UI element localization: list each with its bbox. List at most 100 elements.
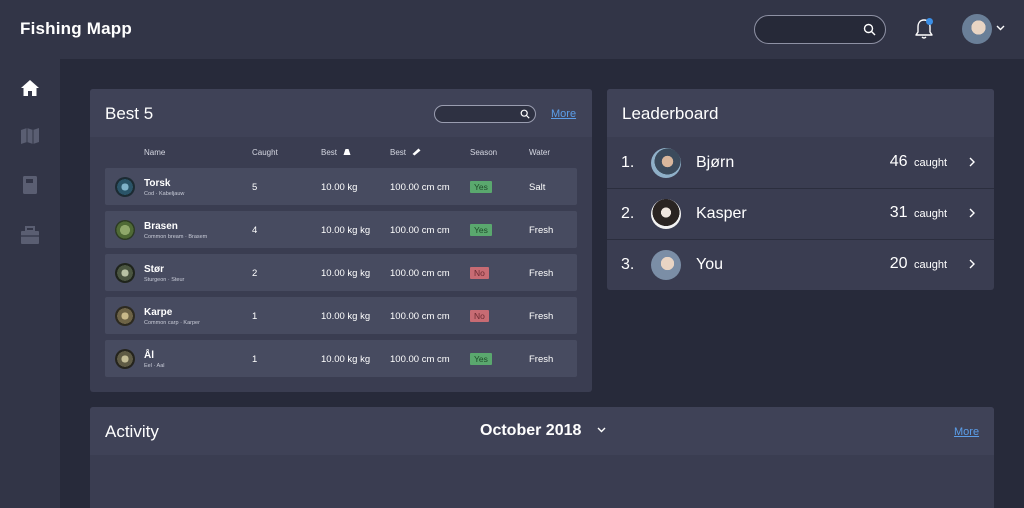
col-name[interactable]: Name	[144, 148, 165, 157]
count-value: 20	[889, 255, 908, 272]
leaderboard-card: Leaderboard 1. Bjørn 46 caught 2. Kasper…	[607, 89, 994, 290]
count-unit: caught	[913, 259, 947, 271]
table-row[interactable]: Ål Eel · Aal 1 10.00 kg kg 100.00 cm cm …	[105, 340, 577, 377]
avatar	[651, 148, 681, 178]
map-icon[interactable]	[20, 126, 40, 146]
best5-title: Best 5	[105, 104, 154, 123]
header-search-input[interactable]	[754, 15, 886, 44]
season-badge: No	[470, 267, 489, 279]
best-length: 100.00 cm cm	[390, 354, 450, 365]
activity-title: Activity	[105, 422, 159, 441]
count-unit: caught	[913, 208, 947, 220]
table-row[interactable]: Karpe Common carp · Karper 1 10.00 kg kg…	[105, 297, 577, 334]
avatar[interactable]	[962, 14, 992, 44]
count-unit: caught	[913, 157, 947, 169]
caught-count: 4	[252, 225, 258, 236]
col-best-length-label: Best	[390, 148, 407, 157]
fish-subtitle: Cod · Kabeljauw	[144, 191, 185, 197]
ruler-icon	[412, 148, 421, 156]
fish-subtitle: Eel · Aal	[144, 363, 165, 369]
leaderboard-row[interactable]: 2. Kasper 31 caught	[607, 188, 994, 238]
app-title[interactable]: Fishing Mapp	[20, 19, 132, 39]
leaderboard-title: Leaderboard	[622, 104, 719, 123]
best-weight: 10.00 kg kg	[321, 311, 371, 322]
top-bar: Fishing Mapp	[0, 0, 1024, 59]
player-name: You	[696, 256, 723, 273]
col-best-length[interactable]: Best	[390, 148, 421, 157]
best5-card: Best 5 More Name Caught Best Best Season…	[90, 89, 592, 392]
caught-count: 2	[252, 268, 258, 279]
season-badge: Yes	[470, 224, 492, 236]
fish-icon	[115, 220, 135, 240]
best5-more-link[interactable]: More	[551, 108, 576, 120]
book-icon[interactable]	[20, 175, 40, 195]
tackle-box-icon[interactable]	[20, 225, 40, 245]
best-length: 100.00 cm cm	[390, 268, 450, 279]
best-length: 100.00 cm cm	[390, 225, 450, 236]
best5-header: Best 5 More	[90, 89, 592, 137]
best-weight: 10.00 kg kg	[321, 268, 371, 279]
water-type: Fresh	[529, 268, 554, 279]
table-row[interactable]: Brasen Common bream · Brasem 4 10.00 kg …	[105, 211, 577, 248]
fish-icon	[115, 349, 135, 369]
col-season[interactable]: Season	[470, 148, 497, 157]
chevron-down-icon[interactable]	[996, 25, 1005, 31]
table-row[interactable]: Stør Sturgeon · Steur 2 10.00 kg kg 100.…	[105, 254, 577, 291]
best-weight: 10.00 kg kg	[321, 354, 371, 365]
fish-subtitle: Common bream · Brasem	[144, 234, 208, 240]
search-icon[interactable]	[863, 23, 876, 36]
water-type: Fresh	[529, 311, 554, 322]
fish-subtitle: Common carp · Karper	[144, 320, 200, 326]
fish-name: Karpe	[144, 307, 173, 318]
best-length: 100.00 cm cm	[390, 182, 450, 193]
season-badge: Yes	[470, 353, 492, 365]
chevron-right-icon[interactable]	[969, 259, 975, 269]
fish-subtitle: Sturgeon · Steur	[144, 277, 185, 283]
best5-search-input[interactable]	[434, 105, 536, 123]
notification-dot	[926, 18, 933, 25]
season-badge: No	[470, 310, 489, 322]
col-water[interactable]: Water	[529, 148, 550, 157]
sidebar	[0, 59, 60, 508]
water-type: Salt	[529, 182, 546, 193]
col-best-weight[interactable]: Best	[321, 148, 351, 157]
caught-count: 1	[252, 354, 258, 365]
fish-name: Torsk	[144, 178, 171, 189]
chevron-right-icon[interactable]	[969, 208, 975, 218]
best-weight: 10.00 kg kg	[321, 225, 371, 236]
home-icon[interactable]	[20, 78, 40, 98]
month-selector[interactable]: October 2018	[480, 422, 581, 440]
best-length: 100.00 cm cm	[390, 311, 450, 322]
chevron-down-icon[interactable]	[597, 427, 606, 433]
best-weight: 10.00 kg	[321, 182, 358, 193]
fish-name: Ål	[144, 350, 154, 361]
rank: 3.	[621, 256, 635, 273]
count-value: 31	[889, 204, 908, 221]
avatar	[651, 199, 681, 229]
table-row[interactable]: Torsk Cod · Kabeljauw 5 10.00 kg 100.00 …	[105, 168, 577, 205]
leaderboard-row[interactable]: 1. Bjørn 46 caught	[607, 138, 994, 188]
chevron-right-icon[interactable]	[969, 157, 975, 167]
caught-count: 5	[252, 182, 258, 193]
season-badge: Yes	[470, 181, 492, 193]
activity-more-link[interactable]: More	[954, 426, 979, 438]
count-value: 46	[889, 153, 908, 170]
col-caught[interactable]: Caught	[252, 148, 278, 157]
leaderboard-row[interactable]: 3. You 20 caught	[607, 239, 994, 289]
fish-name: Brasen	[144, 221, 178, 232]
catch-count: 20 caught	[890, 255, 947, 273]
fish-icon	[115, 306, 135, 326]
col-best-weight-label: Best	[321, 148, 338, 157]
rank: 2.	[621, 205, 635, 222]
activity-card: Activity October 2018 More	[90, 407, 994, 508]
fish-icon	[115, 263, 135, 283]
leaderboard-header: Leaderboard	[607, 89, 994, 137]
water-type: Fresh	[529, 225, 554, 236]
caught-count: 1	[252, 311, 258, 322]
weight-icon	[343, 149, 351, 155]
player-name: Kasper	[696, 205, 747, 222]
rank: 1.	[621, 154, 635, 171]
catch-count: 46 caught	[890, 153, 947, 171]
search-icon[interactable]	[520, 109, 530, 119]
water-type: Fresh	[529, 354, 554, 365]
